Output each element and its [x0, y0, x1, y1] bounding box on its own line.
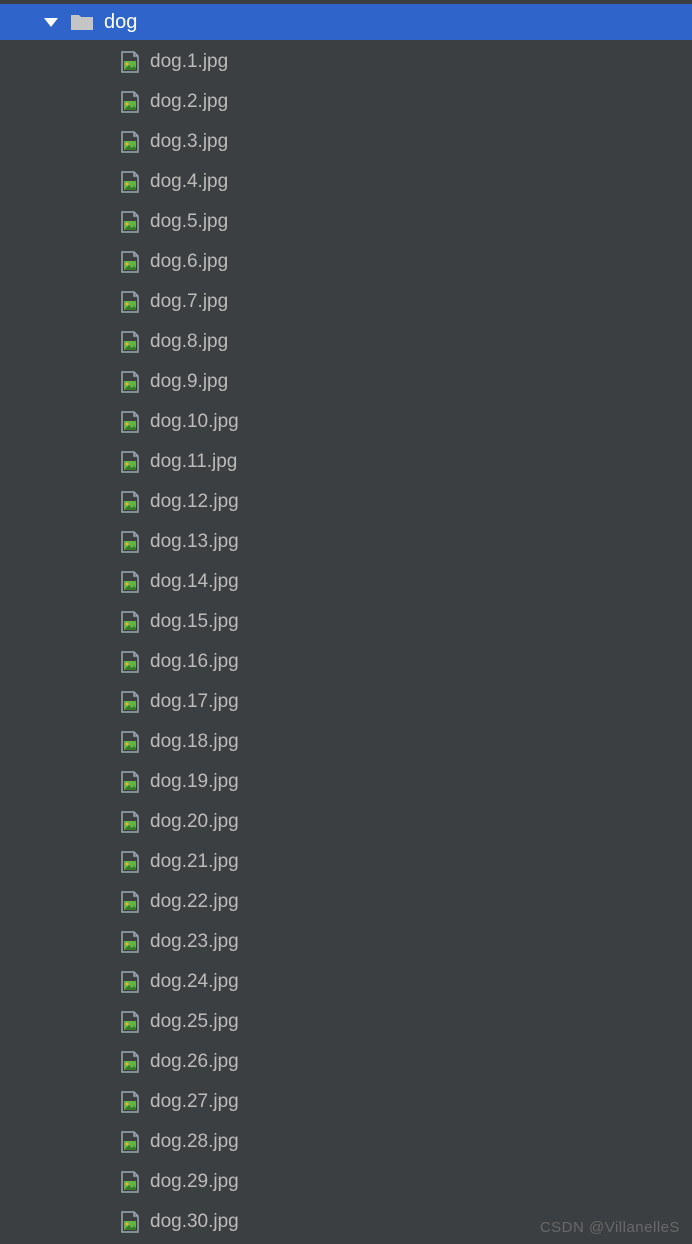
- file-row[interactable]: dog.8.jpg: [0, 322, 692, 362]
- file-row[interactable]: dog.18.jpg: [0, 722, 692, 762]
- file-row[interactable]: dog.27.jpg: [0, 1082, 692, 1122]
- file-label: dog.3.jpg: [150, 131, 228, 153]
- image-file-icon: [120, 291, 140, 313]
- file-label: dog.25.jpg: [150, 1011, 239, 1033]
- file-label: dog.11.jpg: [150, 451, 237, 473]
- file-row[interactable]: dog.23.jpg: [0, 922, 692, 962]
- file-label: dog.20.jpg: [150, 811, 239, 833]
- file-row[interactable]: dog.5.jpg: [0, 202, 692, 242]
- file-label: dog.26.jpg: [150, 1051, 239, 1073]
- file-list: dog.1.jpg dog.2.jpg dog.3.jpg dog.4.jpg …: [0, 40, 692, 1242]
- file-label: dog.28.jpg: [150, 1131, 239, 1153]
- file-label: dog.5.jpg: [150, 211, 228, 233]
- file-label: dog.8.jpg: [150, 331, 228, 353]
- file-row[interactable]: dog.26.jpg: [0, 1042, 692, 1082]
- file-label: dog.14.jpg: [150, 571, 239, 593]
- file-row[interactable]: dog.21.jpg: [0, 842, 692, 882]
- file-row[interactable]: dog.20.jpg: [0, 802, 692, 842]
- file-row[interactable]: dog.4.jpg: [0, 162, 692, 202]
- file-label: dog.18.jpg: [150, 731, 239, 753]
- file-row[interactable]: dog.7.jpg: [0, 282, 692, 322]
- image-file-icon: [120, 1211, 140, 1233]
- file-row[interactable]: dog.14.jpg: [0, 562, 692, 602]
- file-row[interactable]: dog.3.jpg: [0, 122, 692, 162]
- file-label: dog.23.jpg: [150, 931, 239, 953]
- file-row[interactable]: dog.15.jpg: [0, 602, 692, 642]
- image-file-icon: [120, 971, 140, 993]
- folder-icon: [70, 13, 94, 31]
- file-row[interactable]: dog.24.jpg: [0, 962, 692, 1002]
- image-file-icon: [120, 51, 140, 73]
- image-file-icon: [120, 491, 140, 513]
- file-label: dog.7.jpg: [150, 291, 228, 313]
- file-label: dog.22.jpg: [150, 891, 239, 913]
- file-label: dog.19.jpg: [150, 771, 239, 793]
- file-row[interactable]: dog.19.jpg: [0, 762, 692, 802]
- file-row[interactable]: dog.12.jpg: [0, 482, 692, 522]
- watermark: CSDN @VillanelleS: [540, 1219, 680, 1236]
- file-label: dog.21.jpg: [150, 851, 239, 873]
- image-file-icon: [120, 611, 140, 633]
- image-file-icon: [120, 731, 140, 753]
- file-label: dog.16.jpg: [150, 651, 239, 673]
- file-label: dog.17.jpg: [150, 691, 239, 713]
- image-file-icon: [120, 451, 140, 473]
- chevron-down-icon: [44, 18, 58, 27]
- file-label: dog.30.jpg: [150, 1211, 239, 1233]
- file-tree: dog dog.1.jpg dog.2.jpg dog.3.jpg dog.4.…: [0, 0, 692, 1244]
- file-row[interactable]: dog.11.jpg: [0, 442, 692, 482]
- file-label: dog.29.jpg: [150, 1171, 239, 1193]
- file-row[interactable]: dog.2.jpg: [0, 82, 692, 122]
- file-row[interactable]: dog.25.jpg: [0, 1002, 692, 1042]
- image-file-icon: [120, 171, 140, 193]
- file-label: dog.15.jpg: [150, 611, 239, 633]
- file-row[interactable]: dog.17.jpg: [0, 682, 692, 722]
- file-label: dog.4.jpg: [150, 171, 228, 193]
- file-row[interactable]: dog.1.jpg: [0, 42, 692, 82]
- image-file-icon: [120, 1171, 140, 1193]
- file-row[interactable]: dog.10.jpg: [0, 402, 692, 442]
- image-file-icon: [120, 571, 140, 593]
- file-label: dog.1.jpg: [150, 51, 228, 73]
- image-file-icon: [120, 851, 140, 873]
- file-row[interactable]: dog.13.jpg: [0, 522, 692, 562]
- image-file-icon: [120, 1051, 140, 1073]
- file-row[interactable]: dog.29.jpg: [0, 1162, 692, 1202]
- image-file-icon: [120, 1131, 140, 1153]
- file-label: dog.27.jpg: [150, 1091, 239, 1113]
- image-file-icon: [120, 331, 140, 353]
- file-row[interactable]: dog.16.jpg: [0, 642, 692, 682]
- image-file-icon: [120, 91, 140, 113]
- image-file-icon: [120, 251, 140, 273]
- image-file-icon: [120, 651, 140, 673]
- image-file-icon: [120, 411, 140, 433]
- file-row[interactable]: dog.6.jpg: [0, 242, 692, 282]
- file-row[interactable]: dog.28.jpg: [0, 1122, 692, 1162]
- file-row[interactable]: dog.9.jpg: [0, 362, 692, 402]
- image-file-icon: [120, 891, 140, 913]
- image-file-icon: [120, 691, 140, 713]
- file-label: dog.10.jpg: [150, 411, 239, 433]
- image-file-icon: [120, 1091, 140, 1113]
- file-label: dog.2.jpg: [150, 91, 228, 113]
- image-file-icon: [120, 371, 140, 393]
- image-file-icon: [120, 811, 140, 833]
- file-label: dog.13.jpg: [150, 531, 239, 553]
- image-file-icon: [120, 771, 140, 793]
- image-file-icon: [120, 931, 140, 953]
- file-label: dog.12.jpg: [150, 491, 239, 513]
- file-label: dog.9.jpg: [150, 371, 228, 393]
- image-file-icon: [120, 1011, 140, 1033]
- file-row[interactable]: dog.22.jpg: [0, 882, 692, 922]
- image-file-icon: [120, 531, 140, 553]
- file-label: dog.6.jpg: [150, 251, 228, 273]
- folder-label: dog: [104, 11, 137, 34]
- folder-row-dog[interactable]: dog: [0, 4, 692, 40]
- file-label: dog.24.jpg: [150, 971, 239, 993]
- image-file-icon: [120, 131, 140, 153]
- image-file-icon: [120, 211, 140, 233]
